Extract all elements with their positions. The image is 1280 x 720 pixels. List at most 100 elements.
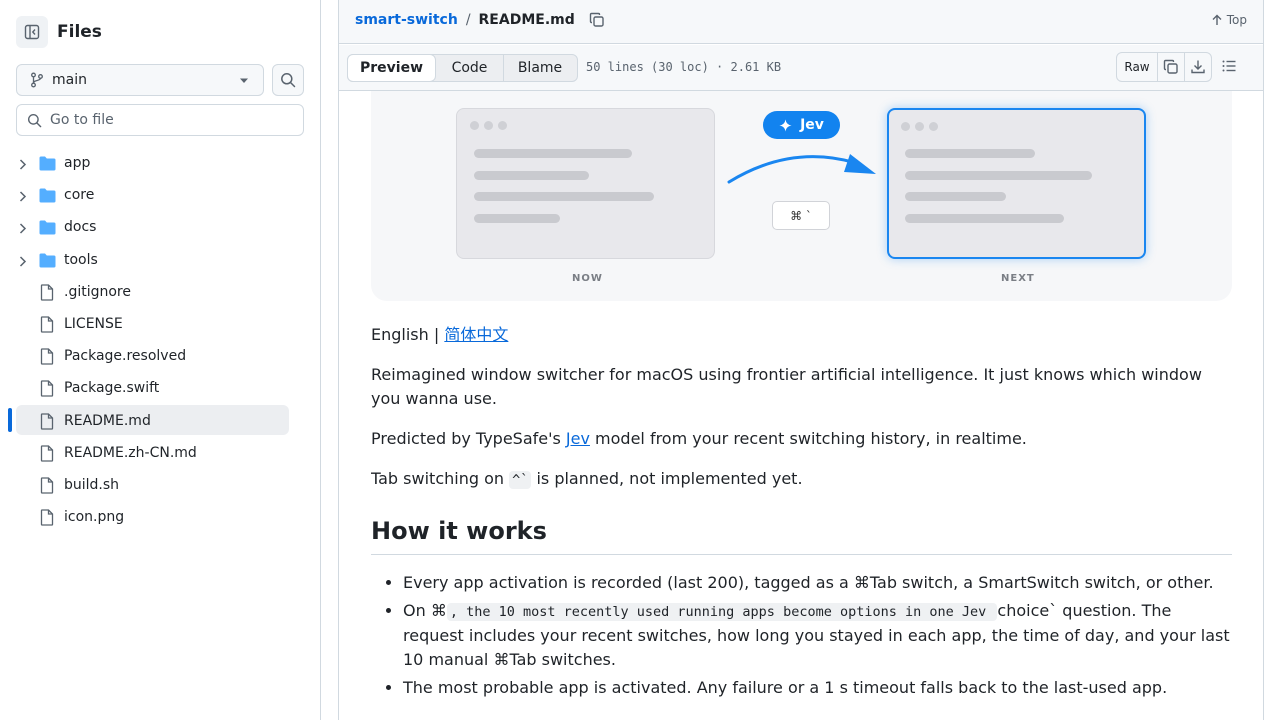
window-next-mockup xyxy=(887,108,1146,259)
tree-item-label: .gitignore xyxy=(64,283,131,300)
tree-item-label: Package.resolved xyxy=(64,348,187,365)
text: On ⌘ xyxy=(403,601,447,620)
readme-content: NOW Jev ⌘ ` NEXT English | 简体中文 Reimagin… xyxy=(371,91,1232,720)
tree-item-docs[interactable]: docs xyxy=(0,211,320,243)
branch-selector[interactable]: main xyxy=(16,64,264,96)
outline-button[interactable] xyxy=(1221,58,1237,78)
tree-item-readme-zh-cn-md[interactable]: README.zh-CN.md xyxy=(0,437,320,469)
text: Tab switching on xyxy=(371,469,510,488)
tree-item-readme-md[interactable]: README.md xyxy=(0,404,320,437)
tree-item-package-resolved[interactable]: Package.resolved xyxy=(0,340,320,372)
chevron-right-icon xyxy=(19,191,27,202)
file-icon xyxy=(40,477,54,494)
tree-item-label: LICENSE xyxy=(64,316,123,333)
jev-badge-label: Jev xyxy=(800,117,824,133)
raw-button[interactable]: Raw xyxy=(1117,53,1158,81)
tree-item-icon-png[interactable]: icon.png xyxy=(0,501,320,533)
tab-preview[interactable]: Preview xyxy=(347,54,436,82)
language-switcher: English | 简体中文 xyxy=(371,323,1232,347)
tree-item-app[interactable]: app xyxy=(0,147,320,179)
jev-link[interactable]: Jev xyxy=(566,429,590,448)
text: is planned, not implemented yet. xyxy=(531,469,803,488)
sidebar-header: Files xyxy=(16,16,102,48)
tree-item-tools[interactable]: tools xyxy=(0,244,320,276)
chevron-right-icon xyxy=(19,256,27,267)
inline-code: , the 10 most recently used running apps… xyxy=(446,603,998,621)
folder-icon xyxy=(39,253,56,268)
tree-item-icon xyxy=(39,477,55,498)
list-item: Every app activation is recorded (last 2… xyxy=(403,571,1232,595)
list-item: On ⌘, the 10 most recently used running … xyxy=(403,599,1232,672)
expand-chevron[interactable] xyxy=(19,222,27,238)
window-dot xyxy=(484,121,493,130)
how-it-works-list: Every app activation is recorded (last 2… xyxy=(371,571,1232,700)
tree-item-label: Package.swift xyxy=(64,380,160,397)
tree-item-label: build.sh xyxy=(64,476,120,493)
tree-item-icon xyxy=(39,509,55,530)
tree-item-icon xyxy=(39,445,55,466)
window-dot xyxy=(915,122,924,131)
tree-item-label: core xyxy=(64,187,95,204)
tree-item-label: README.zh-CN.md xyxy=(64,444,197,461)
placeholder-line xyxy=(905,214,1064,223)
file-view: smart-switch / README.md Top Preview Cod… xyxy=(338,0,1264,720)
readme-predicted: Predicted by TypeSafe's Jev model from y… xyxy=(371,427,1232,451)
sidebar-collapse-icon xyxy=(24,24,40,40)
tree-item-label: README.md xyxy=(64,412,151,429)
tree-item-core[interactable]: core xyxy=(0,179,320,211)
arrow-up-icon xyxy=(1212,14,1222,25)
breadcrumb-file: README.md xyxy=(478,12,575,28)
file-icon xyxy=(40,284,54,301)
branch-name: main xyxy=(52,72,87,88)
copy-path-button[interactable] xyxy=(589,12,605,28)
readme-tab-note: Tab switching on ^` is planned, not impl… xyxy=(371,467,1232,492)
folder-icon xyxy=(39,156,56,171)
go-to-file-input[interactable]: Go to file xyxy=(16,104,304,136)
go-to-file-placeholder: Go to file xyxy=(50,112,114,128)
tree-item-gitignore[interactable]: .gitignore xyxy=(0,276,320,308)
markdown-body: English | 简体中文 Reimagined window switche… xyxy=(371,323,1232,704)
folder-icon xyxy=(39,188,56,203)
tree-item-label: app xyxy=(64,155,91,172)
view-mode-tabs: Preview Code Blame xyxy=(347,54,578,82)
selected-indicator xyxy=(8,407,12,432)
tree-item-build-sh[interactable]: build.sh xyxy=(0,469,320,501)
file-icon xyxy=(40,316,54,333)
selected-highlight xyxy=(16,404,289,435)
jev-badge: Jev xyxy=(763,111,840,139)
file-toolbar: Preview Code Blame 50 lines (30 loc) · 2… xyxy=(339,45,1263,91)
placeholder-line xyxy=(474,214,560,223)
expand-chevron[interactable] xyxy=(19,255,27,271)
placeholder-line xyxy=(474,171,589,180)
language-link-zh[interactable]: 简体中文 xyxy=(444,325,508,344)
scroll-to-top-button[interactable]: Top xyxy=(1211,13,1247,27)
top-label: Top xyxy=(1226,13,1247,27)
breadcrumb-repo-link[interactable]: smart-switch xyxy=(355,12,458,28)
placeholder-line xyxy=(905,171,1092,180)
tab-blame[interactable]: Blame xyxy=(504,55,576,81)
copy-icon xyxy=(1163,59,1178,74)
expand-chevron[interactable] xyxy=(19,158,27,174)
git-branch-icon xyxy=(31,72,43,88)
search-files-button[interactable] xyxy=(272,64,304,96)
tree-item-package-swift[interactable]: Package.swift xyxy=(0,372,320,404)
tree-item-label: docs xyxy=(64,219,97,236)
tab-code[interactable]: Code xyxy=(436,55,504,81)
file-icon xyxy=(40,509,54,526)
window-dot xyxy=(901,122,910,131)
window-dot xyxy=(929,122,938,131)
tree-item-license[interactable]: LICENSE xyxy=(0,308,320,340)
expand-chevron[interactable] xyxy=(19,190,27,206)
tree-item-icon xyxy=(39,188,56,207)
copy-raw-button[interactable] xyxy=(1158,53,1185,81)
collapse-sidebar-button[interactable] xyxy=(16,16,48,48)
sidebar-title: Files xyxy=(57,22,102,42)
placeholder-line xyxy=(905,192,1006,201)
switch-arrow-icon xyxy=(727,154,876,184)
placeholder-line xyxy=(474,149,632,158)
shortcut-key: ⌘ ` xyxy=(772,201,830,230)
download-button[interactable] xyxy=(1185,53,1211,81)
window-now-mockup xyxy=(456,108,715,259)
folder-icon xyxy=(39,220,56,235)
file-icon xyxy=(40,445,54,462)
